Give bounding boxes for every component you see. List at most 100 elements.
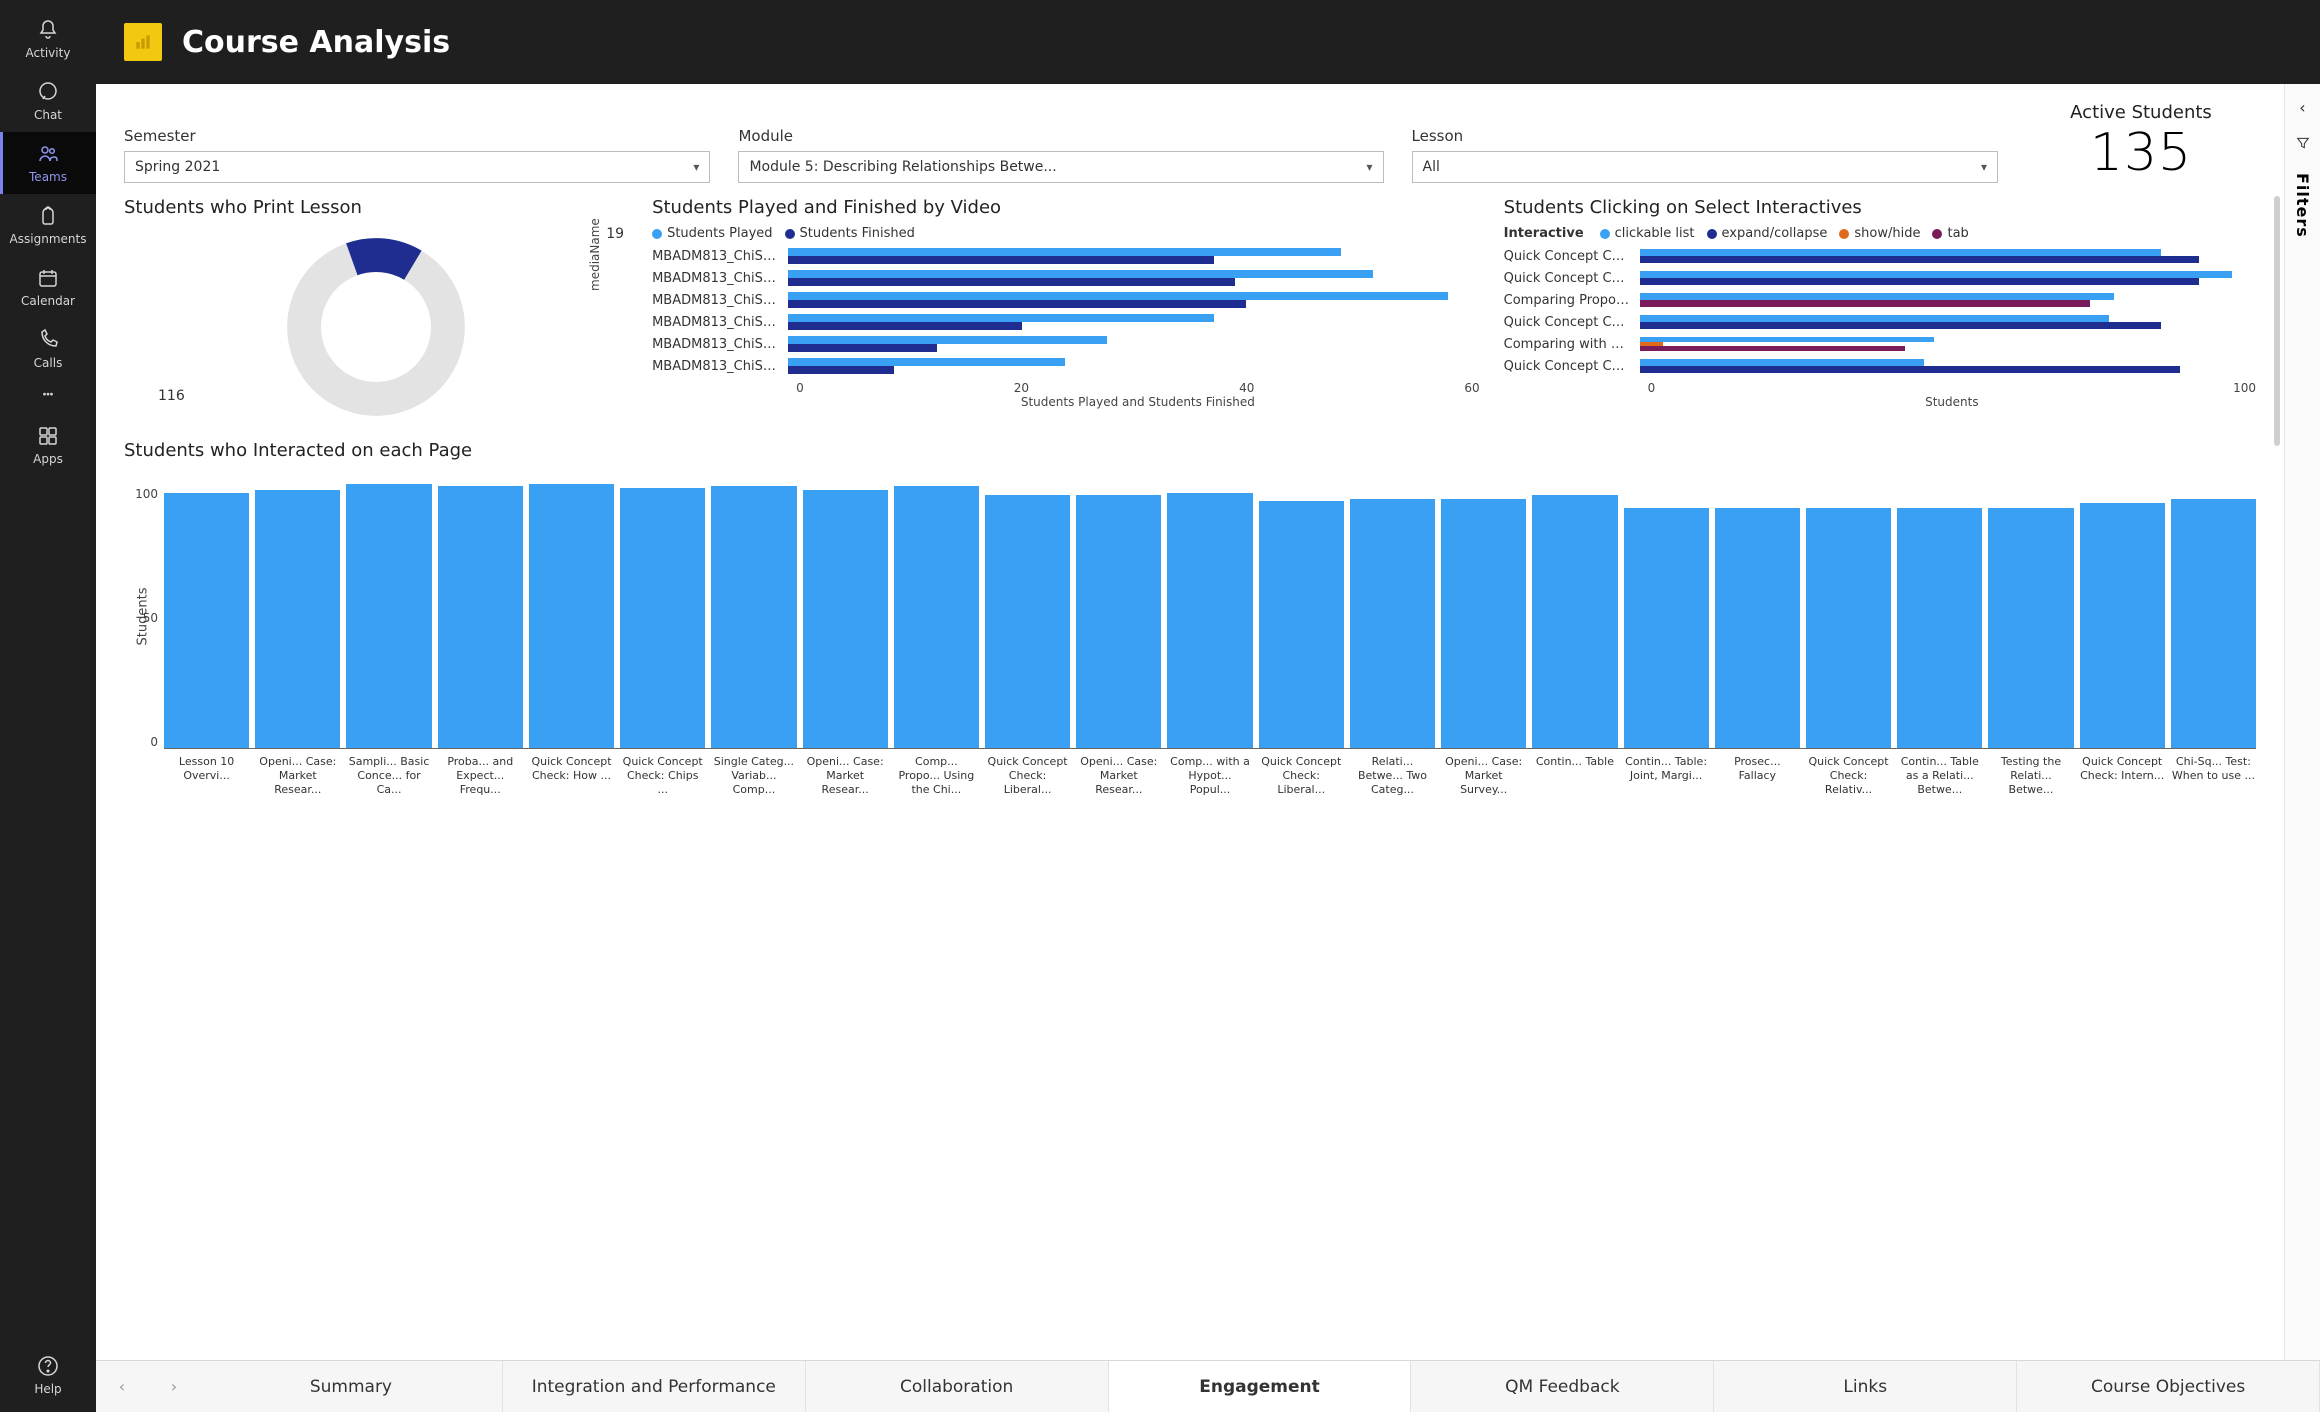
rail-label: Calendar (21, 294, 75, 308)
chart-title: Students who Print Lesson (124, 197, 628, 218)
x-tick: 20 (1014, 381, 1029, 395)
rail-calendar[interactable]: Calendar (0, 256, 96, 318)
tab-next-button[interactable]: › (148, 1361, 200, 1412)
legend: Students Played Students Finished (652, 226, 1480, 241)
x-category: Quick Concept Check: Liberal... (985, 755, 1070, 796)
chart-played-finished[interactable]: Students Played and Finished by Video St… (652, 197, 1480, 422)
rail-teams[interactable]: Teams (0, 132, 96, 194)
slicer-value: All (1423, 159, 1440, 175)
card-title: Active Students (2026, 102, 2256, 123)
hbar-track (1640, 359, 2256, 373)
rail-calls[interactable]: Calls (0, 318, 96, 380)
x-category: Sampli... Basic Conce... for Ca... (346, 755, 431, 796)
slicer-value: Spring 2021 (135, 159, 220, 175)
hbar-label: MBADM813_ChiSqu... (652, 249, 788, 264)
x-axis-label: Students (1504, 395, 2256, 409)
hbar-label: Comparing with a Hy... (1504, 337, 1640, 352)
donut-icon (281, 232, 471, 422)
x-tick: 0 (1648, 381, 1656, 395)
x-tick: 0 (796, 381, 804, 395)
expand-filters-button[interactable]: ‹ (2299, 98, 2305, 117)
rail-label: Activity (26, 46, 71, 60)
legend-title: Interactive (1504, 226, 1584, 241)
hbar-track (788, 314, 1480, 330)
column-bar (1167, 493, 1252, 748)
column-bar (346, 484, 431, 748)
donut-label-b: 19 (606, 226, 624, 242)
rail-chat[interactable]: Chat (0, 70, 96, 132)
rail-help[interactable]: Help (0, 1344, 96, 1406)
tab-course-objectives[interactable]: Course Objectives (2017, 1361, 2320, 1412)
hbar-label: MBADM813_ChiSqu... (652, 337, 788, 352)
y-tick: 100 (135, 487, 158, 501)
rail-assignments[interactable]: Assignments (0, 194, 96, 256)
hbar-track (1640, 249, 2256, 263)
x-category: Quick Concept Check: How ... (529, 755, 614, 796)
slicer-lesson-dropdown[interactable]: All ▾ (1412, 151, 1998, 183)
slicer-semester-dropdown[interactable]: Spring 2021 ▾ (124, 151, 710, 183)
legend-item: tab (1932, 226, 1968, 241)
card-value: 135 (2026, 123, 2256, 183)
rail-more[interactable] (0, 380, 96, 414)
x-category: Lesson 10 Overvi... (164, 755, 249, 796)
hbar-row: Comparing Proportio... (1504, 289, 2256, 311)
slicer-value: Module 5: Describing Relationships Betwe… (749, 159, 1056, 175)
column-bar (164, 493, 249, 748)
legend-item: show/hide (1839, 226, 1920, 241)
filters-label: Filters (2293, 173, 2312, 238)
main-column: Course Analysis Semester Spring 2021 ▾ M… (96, 0, 2320, 1412)
x-category: Proba... and Expect... Frequ... (438, 755, 523, 796)
x-category: Openi... Case: Market Resear... (803, 755, 888, 796)
hbar-row: Quick Concept Check:... (1504, 267, 2256, 289)
chart-interactives[interactable]: Students Clicking on Select Interactives… (1504, 197, 2256, 422)
hbar-row: Quick Concept Check:... (1504, 355, 2256, 377)
slicer-module: Module Module 5: Describing Relationship… (738, 127, 1383, 183)
hbar-row: Quick Concept Check:... (1504, 245, 2256, 267)
x-category: Quick Concept Check: Intern... (2080, 755, 2165, 796)
column-bar (1441, 499, 1526, 748)
scrollbar-thumb[interactable] (2274, 196, 2280, 446)
tab-qm-feedback[interactable]: QM Feedback (1411, 1361, 1714, 1412)
x-category: Openi... Case: Market Resear... (1076, 755, 1161, 796)
tab-prev-button[interactable]: ‹ (96, 1361, 148, 1412)
x-category: Openi... Case: Market Resear... (255, 755, 340, 796)
column-bar (1350, 499, 1435, 748)
tab-collaboration[interactable]: Collaboration (806, 1361, 1109, 1412)
tab-integration-and-performance[interactable]: Integration and Performance (503, 1361, 806, 1412)
filter-icon[interactable] (2295, 135, 2311, 151)
app-rail: Activity Chat Teams Assignments Calendar… (0, 0, 96, 1412)
hbar-track (788, 336, 1480, 352)
hbar-label: MBADM813_ChiSqu... (652, 315, 788, 330)
hbar-track (1640, 293, 2256, 307)
chart-donut[interactable]: Students who Print Lesson 19 116 (124, 197, 628, 422)
column-bar (1897, 508, 1982, 748)
rail-activity[interactable]: Activity (0, 8, 96, 70)
rail-apps[interactable]: Apps (0, 414, 96, 476)
x-category: Contin... Table (1532, 755, 1617, 796)
legend-item: Students Played (667, 226, 772, 241)
rail-label: Apps (33, 452, 63, 466)
column-bar (1259, 501, 1344, 748)
column-bar (803, 490, 888, 748)
column-bar (255, 490, 340, 748)
x-category: Contin... Table: Joint, Margi... (1624, 755, 1709, 796)
column-bar (438, 486, 523, 748)
hbar-label: Quick Concept Check:... (1504, 315, 1640, 330)
hbar-track (788, 292, 1480, 308)
tab-summary[interactable]: Summary (200, 1361, 503, 1412)
rail-label: Help (34, 1382, 61, 1396)
powerbi-logo-icon (124, 23, 162, 61)
x-category: Openi... Case: Market Survey... (1441, 755, 1526, 796)
y-axis-label: Students (135, 588, 150, 646)
hbar-track (1640, 271, 2256, 285)
chart-page-interactions[interactable]: Students who Interacted on each Page Stu… (124, 440, 2256, 1360)
x-tick: 40 (1239, 381, 1254, 395)
rail-label: Calls (34, 356, 63, 370)
column-bar (711, 486, 796, 748)
donut-label-a: 116 (158, 388, 185, 404)
slicer-module-dropdown[interactable]: Module 5: Describing Relationships Betwe… (738, 151, 1383, 183)
tab-engagement[interactable]: Engagement (1109, 1361, 1412, 1412)
tab-links[interactable]: Links (1714, 1361, 2017, 1412)
hbar-row: MBADM813_ChiSqu... (652, 311, 1480, 333)
chart-title: Students who Interacted on each Page (124, 440, 2256, 461)
